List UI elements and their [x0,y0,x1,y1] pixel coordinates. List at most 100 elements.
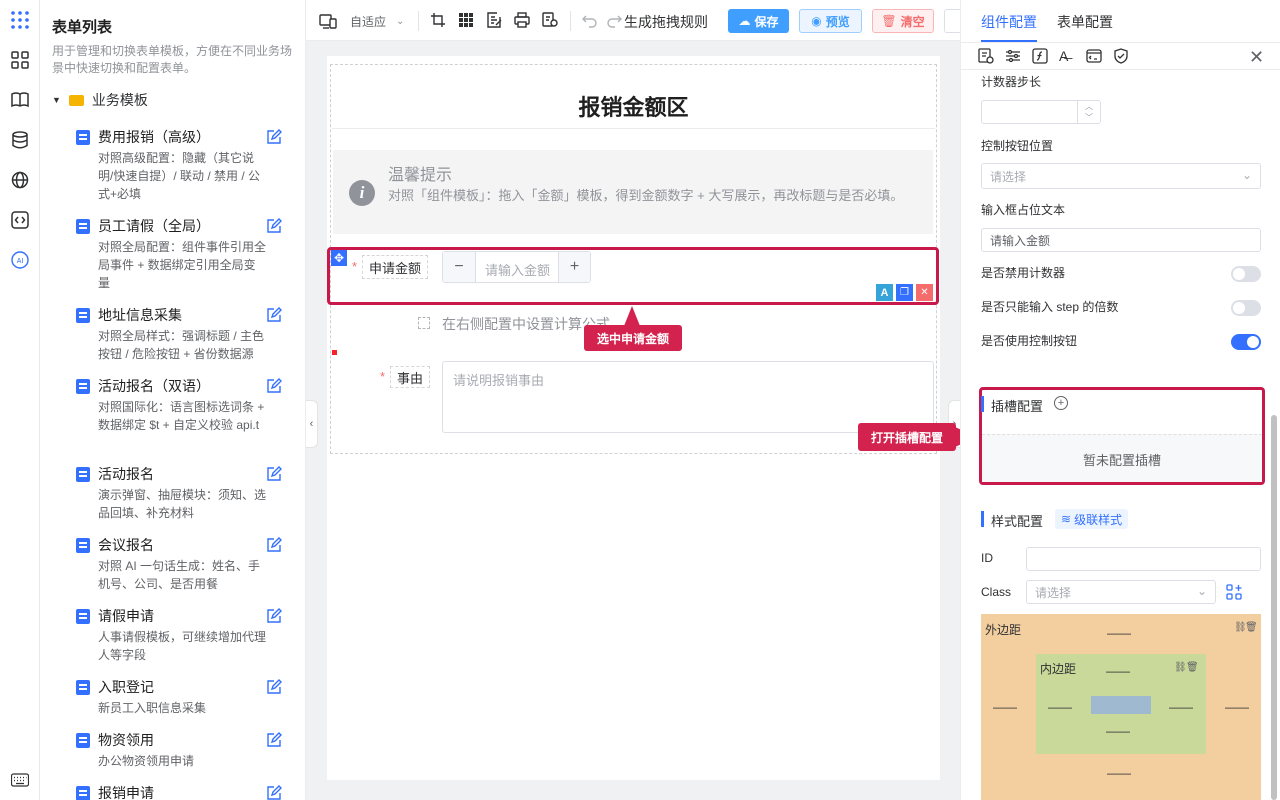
edit-icon[interactable] [266,608,282,624]
reason-label[interactable]: 事由 [390,366,431,388]
code-block-icon[interactable] [1086,48,1102,64]
device-icon[interactable] [319,12,337,30]
database-icon[interactable] [10,130,30,150]
collapse-left-handle[interactable]: ‹ [306,400,318,448]
shield-icon[interactable] [1113,48,1129,64]
step-spinner[interactable]: ︿ ﹀ [1077,101,1100,123]
edit-icon[interactable] [266,218,282,234]
undo-icon[interactable] [582,12,600,30]
cascade-style-button[interactable]: ≋ 级联样式 [1055,509,1129,529]
text-style-icon[interactable]: A̶ [1059,48,1075,64]
print-icon[interactable] [514,12,532,30]
tab-component-config[interactable]: 组件配置 [981,12,1037,32]
edit-icon[interactable] [266,785,282,800]
tip-alert[interactable]: i 温馨提示 对照「组件模板」：拖入「金额」模板，得到金额数字 + 大写展示，再… [333,150,933,234]
margin-right-value[interactable]: —— [1225,700,1249,714]
edit-icon[interactable] [266,378,282,394]
padding-bottom-value[interactable]: —— [1106,724,1130,738]
margin-box[interactable]: 外边距 ⛓ 🗑 —— —— —— —— 内边距 ⛓ 🗑 —— —— —— —— [981,614,1261,800]
step-multiple-switch[interactable] [1231,300,1261,316]
tab-form-config[interactable]: 表单配置 [1057,12,1113,32]
generate-drag-rule-button[interactable]: 生成拖拽规则 [624,12,708,32]
layout-select[interactable]: 自适应 ⌄ [350,13,404,30]
section-bar [981,396,984,412]
edit-icon[interactable] [266,679,282,695]
function-icon[interactable] [1032,48,1048,64]
template-desc: 对照全局配置：组件事件引用全局事件 + 数据绑定引用全局变量 [98,240,267,290]
slot-title: 插槽配置 [991,399,1044,414]
edit-icon[interactable] [266,129,282,145]
code-icon[interactable] [10,210,30,230]
divider [418,11,419,31]
folder-icon [68,94,84,106]
padding-left-value[interactable]: —— [1048,700,1072,714]
section-bar [981,511,984,527]
add-slot-icon[interactable]: + [1054,396,1068,410]
padding-right-value[interactable]: —— [1169,700,1193,714]
template-name: 费用报销（高级） [98,129,210,145]
app-grid-icon[interactable] [10,10,30,30]
components-icon[interactable] [10,50,30,70]
padding-top-value[interactable]: —— [1106,664,1130,678]
chevron-down-icon: ⌄ [1196,584,1207,598]
script-icon[interactable] [542,12,560,30]
padding-link-icon[interactable]: ⛓ [1174,662,1187,673]
ai-icon[interactable]: AI [10,250,30,270]
ctrl-pos-select[interactable]: 请选择 ⌄ [981,163,1261,189]
redo-icon[interactable] [606,12,624,30]
callout-select-amount: 选中申请金额 [584,325,682,351]
callout-arrow-up [624,306,640,326]
class-label: Class [981,585,1012,599]
chevron-down-icon: ⌄ [1241,168,1252,182]
id-input[interactable] [1026,547,1261,571]
svg-text:AI: AI [17,258,24,265]
group-business-templates[interactable]: ▼ 业务模板 [52,90,148,110]
save-button[interactable]: ☁ 保存 [728,9,789,33]
class-select[interactable]: 请选择 ⌄ [1026,580,1216,604]
info-icon: i [349,180,375,206]
panel-scrollbar[interactable] [1271,415,1277,800]
add-class-icon[interactable] [1226,584,1242,600]
margin-top-value[interactable]: —— [1107,626,1131,640]
selected-field-highlight [327,247,939,305]
clear-button[interactable]: 🗑 清空 [872,9,934,33]
layers-icon: ≋ [1061,512,1072,526]
edit-doc-icon[interactable] [486,12,504,30]
crop-icon[interactable] [430,12,448,30]
book-icon[interactable] [10,90,30,110]
switch-label-1: 是否只能输入 step 的倍数 [981,300,1119,314]
edit-icon[interactable] [266,537,282,553]
title-divider [332,128,935,129]
edit-icon[interactable] [266,732,282,748]
template-desc: 新员工入职信息采集 [98,701,207,715]
tip-title: 温馨提示 [388,167,453,184]
margin-delete-icon[interactable]: 🗑 [1245,622,1258,633]
document-icon [76,467,90,482]
placeholder-input[interactable]: 请输入金额 [981,228,1261,252]
sliders-icon[interactable] [1005,48,1021,64]
template-desc: 演示弹窗、抽屉模块：须知、选品回填、补充材料 [98,488,267,520]
use-controls-switch[interactable] [1231,334,1261,350]
step-label: 计数器步长 [981,75,1042,89]
edit-icon[interactable] [266,466,282,482]
anchor-dot [332,350,337,355]
form-title[interactable]: 报销金额区 [330,90,937,122]
props-icon[interactable] [978,48,994,64]
checkbox-placeholder[interactable] [418,317,430,329]
save-label: 保存 [754,14,779,29]
padding-box[interactable]: 内边距 ⛓ 🗑 —— —— —— —— [1036,654,1206,754]
globe-icon[interactable] [10,170,30,190]
close-icon[interactable]: ✕ [1249,47,1264,68]
disable-counter-switch[interactable] [1231,266,1261,282]
margin-bottom-value[interactable]: —— [1107,766,1131,780]
template-name: 物资领用 [98,732,154,748]
padding-delete-icon[interactable]: 🗑 [1186,662,1199,673]
preview-button[interactable]: ◉ 预览 [799,9,862,33]
qrcode-icon[interactable] [458,12,476,30]
keyboard-icon[interactable] [10,770,30,790]
id-label: ID [981,551,993,565]
config-panel: 组件配置 表单配置 A̶ ✕ 计数器步长 ︿ ﹀ 控制按钮位置 请选择 ⌄ 输入框占… [960,0,1280,800]
overflow-button[interactable] [944,9,960,33]
margin-left-value[interactable]: —— [993,700,1017,714]
edit-icon[interactable] [266,307,282,323]
